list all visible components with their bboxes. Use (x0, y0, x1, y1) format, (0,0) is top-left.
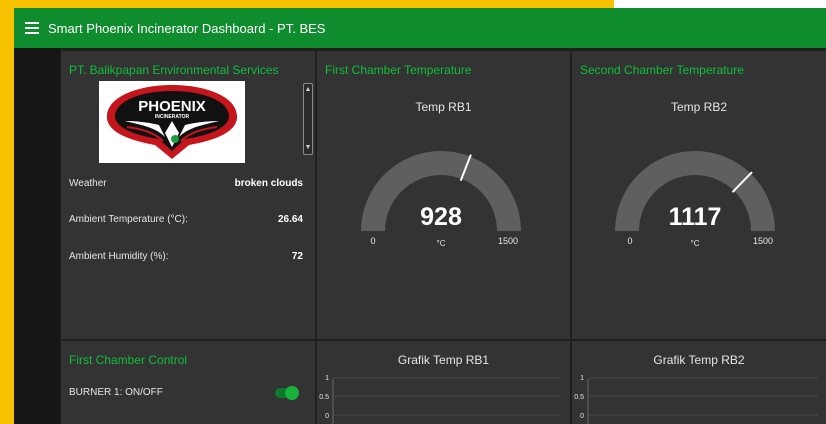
chamber1-chart-tick: 0 (325, 413, 329, 420)
chamber2-chart: 1 0.5 0 (574, 375, 818, 424)
chamber2-chart-tick: 0 (580, 413, 584, 420)
ambient-humidity-row: Ambient Humidity (%): 72 (69, 251, 303, 262)
chamber2-card: Second Chamber Temperature Temp RB2 1117… (572, 51, 826, 339)
ambient-humidity-value: 72 (291, 251, 303, 262)
top-bar: Smart Phoenix Incinerator Dashboard - PT… (14, 8, 826, 48)
dashboard-title: Smart Phoenix Incinerator Dashboard - PT… (48, 20, 326, 36)
chamber1-chart: 1 0.5 0 (319, 375, 561, 424)
chamber1-chart-card: Grafik Temp RB1 1 0.5 0 (317, 341, 570, 424)
screen-corner (614, 0, 826, 8)
menu-icon[interactable] (25, 22, 39, 34)
ambient-humidity-label: Ambient Humidity (%): (69, 251, 169, 262)
chamber2-min: 0 (627, 236, 632, 246)
chamber2-gauge: 1117 °C 0 1500 (615, 151, 775, 248)
side-nav (14, 48, 60, 424)
dashboard-app: Smart Phoenix Incinerator Dashboard - PT… (14, 8, 826, 424)
weather-value: broken clouds (234, 178, 303, 189)
chamber2-max: 1500 (753, 236, 773, 246)
logo-subtext: INCINERATOR (155, 114, 190, 120)
chamber2-value: 1117 (669, 203, 722, 231)
toggle-knob[interactable] (285, 385, 299, 400)
chamber1-value: 928 (420, 203, 462, 231)
chamber1-gauge: 928 °C 0 1500 (361, 151, 521, 248)
chamber1-min: 0 (370, 236, 375, 246)
ambient-temperature-label: Ambient Temperature (°C): (69, 214, 188, 225)
chamber1-card: First Chamber Temperature Temp RB1 928 °… (317, 51, 570, 339)
phoenix-logo-icon: PHOENIX INCINERATOR (106, 85, 238, 159)
chamber1-chart-tick: 0.5 (319, 394, 329, 401)
burner-1-label: BURNER 1: ON/OFF (69, 387, 163, 398)
chamber2-chart-tick: 1 (580, 375, 584, 382)
burner-1-control: BURNER 1: ON/OFF (69, 385, 299, 400)
ambient-temperature-value: 26.64 (277, 214, 303, 225)
ambient-temperature-row: Ambient Temperature (°C): 26.64 (69, 214, 303, 225)
chamber2-chart-card: Grafik Temp RB2 1 0.5 0 (572, 341, 826, 424)
info-card: PT. Balikpapan Environmental Services PH… (61, 51, 315, 339)
logo-text: PHOENIX (138, 98, 206, 115)
info-scrollbar[interactable]: ▲ ▼ (303, 83, 313, 155)
burner-1-toggle[interactable] (275, 385, 299, 400)
chamber2-unit: °C (691, 239, 700, 248)
weather-row: Weather broken clouds (69, 178, 303, 189)
chamber2-chart-tick: 0.5 (574, 394, 584, 401)
chamber1-chart-tick: 1 (325, 375, 329, 382)
phoenix-logo: PHOENIX INCINERATOR (99, 81, 245, 163)
info-card-title: PT. Balikpapan Environmental Services (69, 63, 279, 77)
weather-label: Weather (69, 178, 107, 189)
control-card-title: First Chamber Control (69, 353, 188, 367)
chamber1-unit: °C (437, 239, 446, 248)
chamber1-max: 1500 (498, 236, 518, 246)
control-card: First Chamber Control BURNER 1: ON/OFF (61, 341, 315, 424)
scroll-down-icon[interactable]: ▼ (304, 143, 312, 153)
scroll-up-icon[interactable]: ▲ (304, 85, 312, 95)
